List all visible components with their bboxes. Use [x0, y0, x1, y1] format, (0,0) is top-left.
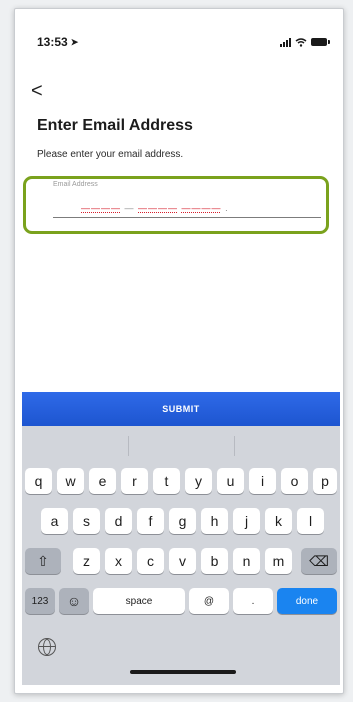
status-time: 13:53 — [37, 35, 68, 49]
key-u[interactable]: u — [217, 468, 244, 494]
wifi-icon — [295, 37, 307, 47]
email-field-underline — [53, 217, 321, 218]
dot-key[interactable]: . — [233, 588, 273, 614]
emoji-icon: ☺ — [66, 593, 82, 609]
status-bar: 13:53 ➤ — [15, 35, 343, 55]
key-l[interactable]: l — [297, 508, 324, 534]
key-h[interactable]: h — [201, 508, 228, 534]
key-p[interactable]: p — [313, 468, 337, 494]
key-a[interactable]: a — [41, 508, 68, 534]
key-v[interactable]: v — [169, 548, 196, 574]
key-n[interactable]: n — [233, 548, 260, 574]
at-key[interactable]: @ — [189, 588, 229, 614]
key-m[interactable]: m — [265, 548, 292, 574]
key-k[interactable]: k — [265, 508, 292, 534]
email-field-label: Email Address — [53, 181, 98, 188]
key-j[interactable]: j — [233, 508, 260, 534]
key-y[interactable]: y — [185, 468, 212, 494]
key-b[interactable]: b — [201, 548, 228, 574]
numbers-key[interactable]: 123 — [25, 588, 55, 614]
submit-button[interactable]: SUBMIT — [22, 392, 340, 426]
signal-icon — [280, 37, 291, 47]
home-indicator — [130, 670, 236, 674]
key-t[interactable]: t — [153, 468, 180, 494]
key-c[interactable]: c — [137, 548, 164, 574]
key-g[interactable]: g — [169, 508, 196, 534]
key-i[interactable]: i — [249, 468, 276, 494]
key-q[interactable]: q — [25, 468, 52, 494]
key-o[interactable]: o — [281, 468, 308, 494]
shift-key[interactable]: ⇧ — [25, 548, 61, 574]
location-arrow-icon: ➤ — [70, 36, 79, 47]
key-x[interactable]: x — [105, 548, 132, 574]
battery-icon — [311, 38, 330, 46]
space-key[interactable]: space — [93, 588, 185, 614]
backspace-icon: ⌫ — [309, 552, 329, 569]
key-z[interactable]: z — [73, 548, 100, 574]
globe-icon[interactable] — [38, 638, 56, 656]
key-r[interactable]: r — [121, 468, 148, 494]
page-subtitle: Please enter your email address. — [37, 149, 184, 160]
key-w[interactable]: w — [57, 468, 84, 494]
email-field-value[interactable]: ———— — ———— ———— . — [81, 203, 229, 213]
back-button[interactable]: < — [31, 81, 43, 101]
emoji-key[interactable]: ☺ — [59, 588, 89, 614]
key-e[interactable]: e — [89, 468, 116, 494]
shift-icon: ⇧ — [37, 552, 49, 569]
keyboard: q w e r t y u i o p a s d f g h j k l ⇧ … — [22, 426, 340, 685]
page-title: Enter Email Address — [37, 117, 193, 134]
done-key[interactable]: done — [277, 588, 337, 614]
key-d[interactable]: d — [105, 508, 132, 534]
backspace-key[interactable]: ⌫ — [301, 548, 337, 574]
suggestion-bar — [22, 436, 340, 456]
key-s[interactable]: s — [73, 508, 100, 534]
key-f[interactable]: f — [137, 508, 164, 534]
